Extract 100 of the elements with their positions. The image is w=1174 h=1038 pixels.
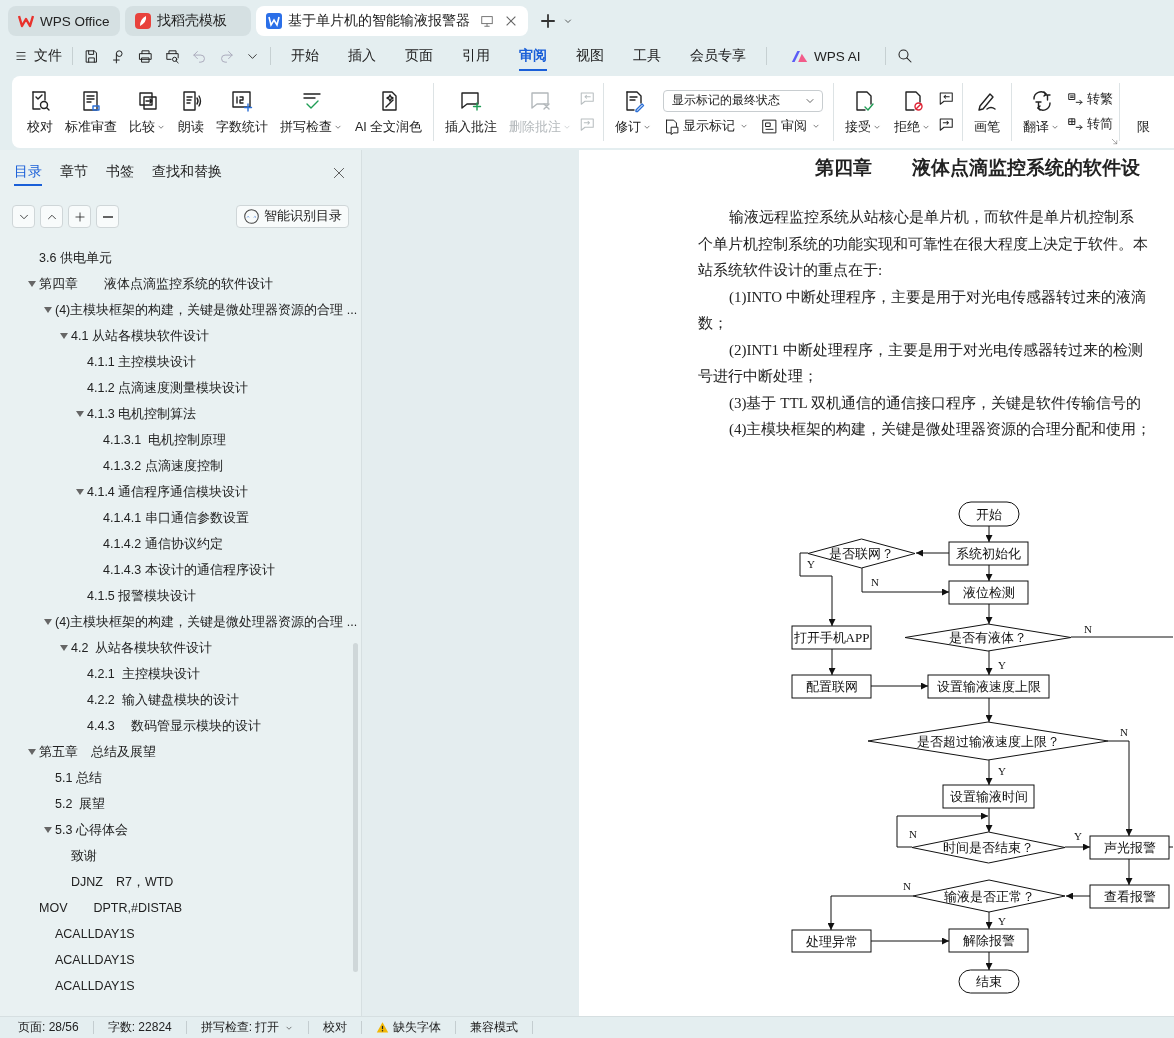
print-preview-icon[interactable]: [164, 47, 181, 65]
expand-triangle-icon[interactable]: [44, 307, 52, 313]
expand-triangle-icon[interactable]: [44, 619, 52, 625]
toc-item[interactable]: 4.2.1 主控模块设计: [0, 661, 361, 687]
toc-item[interactable]: 4.1 从站各模块软件设计: [0, 323, 361, 349]
toc-item[interactable]: MOV DPTR,#DISTAB: [0, 895, 361, 921]
toc-item[interactable]: 第五章 总结及展望: [0, 739, 361, 765]
toc-item[interactable]: (4)主模块框架的构建，关键是微处理器资源的合理 ...: [0, 297, 361, 323]
ribbon-button[interactable]: 限: [1126, 84, 1161, 140]
status-warning[interactable]: 缺失字体: [374, 1019, 444, 1036]
toc-item[interactable]: 4.1.3.1 电机控制原理: [0, 427, 361, 453]
ribbon-button[interactable]: 校对: [22, 84, 58, 140]
ribbon-button[interactable]: 审阅: [761, 117, 822, 135]
ribbon-tab[interactable]: 插入: [348, 41, 376, 71]
panel-tab[interactable]: 书签: [106, 160, 134, 186]
toc-item[interactable]: (4)主模块框架的构建，关键是微处理器资源的合理 ...: [0, 609, 361, 635]
expand-triangle-icon[interactable]: [76, 489, 84, 495]
ribbon-button[interactable]: 修订: [610, 84, 658, 140]
print-icon[interactable]: [137, 47, 154, 65]
toc-item[interactable]: 4.2.2 输入键盘模块的设计: [0, 687, 361, 713]
toc-item[interactable]: 5.1 总结: [0, 765, 361, 791]
logo-icon: [18, 13, 34, 29]
toc-item[interactable]: 4.1.1 主控模块设计: [0, 349, 361, 375]
expand-triangle-icon[interactable]: [60, 333, 68, 339]
connector-arrow: [828, 648, 836, 675]
toc-item[interactable]: 4.1.4 通信程序通信模块设计: [0, 479, 361, 505]
ai-button[interactable]: WPS AI: [777, 48, 875, 64]
ribbon-tab[interactable]: 引用: [462, 41, 490, 71]
toc-item[interactable]: 4.1.5 报警模块设计: [0, 583, 361, 609]
expand-triangle-icon[interactable]: [60, 645, 68, 651]
ribbon-tab[interactable]: 会员专享: [690, 41, 746, 71]
toc-item[interactable]: 5.3 心得体会: [0, 817, 361, 843]
toc-item[interactable]: 4.1.4.1 串口通信参数设置: [0, 505, 361, 531]
ribbon-tab[interactable]: 开始: [291, 41, 319, 71]
process-step: 声光报警: [1089, 835, 1170, 859]
expand-triangle-icon[interactable]: [76, 411, 84, 417]
ribbon-tab[interactable]: 页面: [405, 41, 433, 71]
branch-label: N: [871, 575, 879, 588]
close-icon[interactable]: [331, 165, 347, 181]
panel-tab[interactable]: 目录: [14, 160, 42, 186]
expand-triangle-icon[interactable]: [28, 281, 36, 287]
window-tab[interactable]: WPS Office: [8, 6, 120, 36]
toc-item[interactable]: 4.1.3.2 点滴速度控制: [0, 453, 361, 479]
toc-item[interactable]: 4.2 从站各模块软件设计: [0, 635, 361, 661]
toc-item[interactable]: ACALLDAY1S: [0, 947, 361, 973]
toc-item[interactable]: 4.1.2 点滴速度测量模块设计: [0, 375, 361, 401]
window-tab[interactable]: 基于单片机的智能输液报警器: [256, 6, 528, 36]
save-icon[interactable]: [83, 47, 100, 65]
toc-item[interactable]: 3.6 供电单元: [0, 245, 361, 271]
file-menu-button[interactable]: 文件: [14, 47, 62, 65]
scrollbar-thumb[interactable]: [353, 643, 358, 972]
ribbon-button[interactable]: 拼写检查: [275, 84, 348, 140]
window-tab[interactable]: 找稻壳模板: [125, 6, 251, 36]
ribbon-button[interactable]: 画笔: [969, 84, 1006, 140]
minus-icon: [102, 215, 113, 218]
status-dropdown[interactable]: 拼写检查: 打开: [198, 1019, 297, 1036]
search-icon[interactable]: [895, 47, 914, 65]
monitor-icon[interactable]: [480, 14, 494, 28]
ribbon-button[interactable]: 比较: [124, 84, 171, 140]
toc-item[interactable]: 4.1.4.3 本设计的通信程序设计: [0, 557, 361, 583]
ribbon-button[interactable]: 转繁: [1067, 91, 1114, 108]
panel-tab[interactable]: 查找和替换: [152, 160, 222, 186]
paragraph-line: (4)主模块框架的构建，关键是微处理器资源的合理分配和使用；: [728, 420, 1153, 439]
ribbon-button[interactable]: 插入批注: [440, 84, 503, 140]
convert-icon: [1067, 116, 1085, 133]
ribbon-button[interactable]: 接受: [840, 84, 888, 140]
ribbon-button[interactable]: 显示标记: [663, 117, 750, 135]
markup-mode-select[interactable]: 显示标记的最终状态: [663, 89, 824, 112]
ribbon-button[interactable]: 朗读: [173, 84, 209, 140]
toc-item[interactable]: ACALLDAY1S: [0, 973, 361, 999]
ribbon-tab[interactable]: 审阅: [519, 41, 547, 71]
toc-item[interactable]: 5.2 展望: [0, 791, 361, 817]
new-tab-icon[interactable]: [539, 12, 557, 30]
ribbon-tab[interactable]: 视图: [576, 41, 604, 71]
toc-item[interactable]: DJNZ R7，WTD: [0, 869, 361, 895]
panel-tab[interactable]: 章节: [60, 160, 88, 186]
close-icon[interactable]: [504, 14, 518, 28]
toc-item[interactable]: 致谢: [0, 843, 361, 869]
ribbon-button[interactable]: 字数统计: [211, 84, 273, 140]
toc-item[interactable]: 第四章 液体点滴监控系统的软件设计: [0, 271, 361, 297]
ribbon-button[interactable]: 翻译: [1018, 84, 1066, 140]
toc-item[interactable]: 4.1.4.2 通信协议约定: [0, 531, 361, 557]
expand-triangle-icon[interactable]: [44, 827, 52, 833]
paragraph-line: 输液远程监控系统从站核心是单片机，而软件是单片机控制系: [728, 208, 1135, 227]
remove-button[interactable]: [96, 205, 119, 228]
toc-item[interactable]: 4.4.3 数码管显示模块的设计: [0, 713, 361, 739]
toc-item[interactable]: ACALLDAY1S: [0, 921, 361, 947]
toc-item[interactable]: 4.1.3 电机控制算法: [0, 401, 361, 427]
paragraph-line: 号进行中断处理；: [698, 367, 819, 386]
ribbon-tab[interactable]: 工具: [633, 41, 661, 71]
ribbon-button[interactable]: 标准审查: [60, 84, 122, 140]
ribbon-button[interactable]: AI 全文润色: [350, 84, 428, 140]
ribbon-button[interactable]: 转简: [1067, 116, 1114, 133]
expand-triangle-icon[interactable]: [28, 749, 36, 755]
process-step: 设置输液速度上限: [927, 674, 1050, 698]
connector-arrow: [1065, 892, 1091, 899]
smart-toc-button[interactable]: 智能识别目录: [236, 205, 349, 228]
paragraph-line: (2)INT1 中断处理程序，主要是用于对光电传感器转过来的检测: [728, 340, 1144, 360]
ribbon-button[interactable]: 拒绝: [889, 84, 937, 140]
leaf-logo-icon: [135, 13, 151, 29]
